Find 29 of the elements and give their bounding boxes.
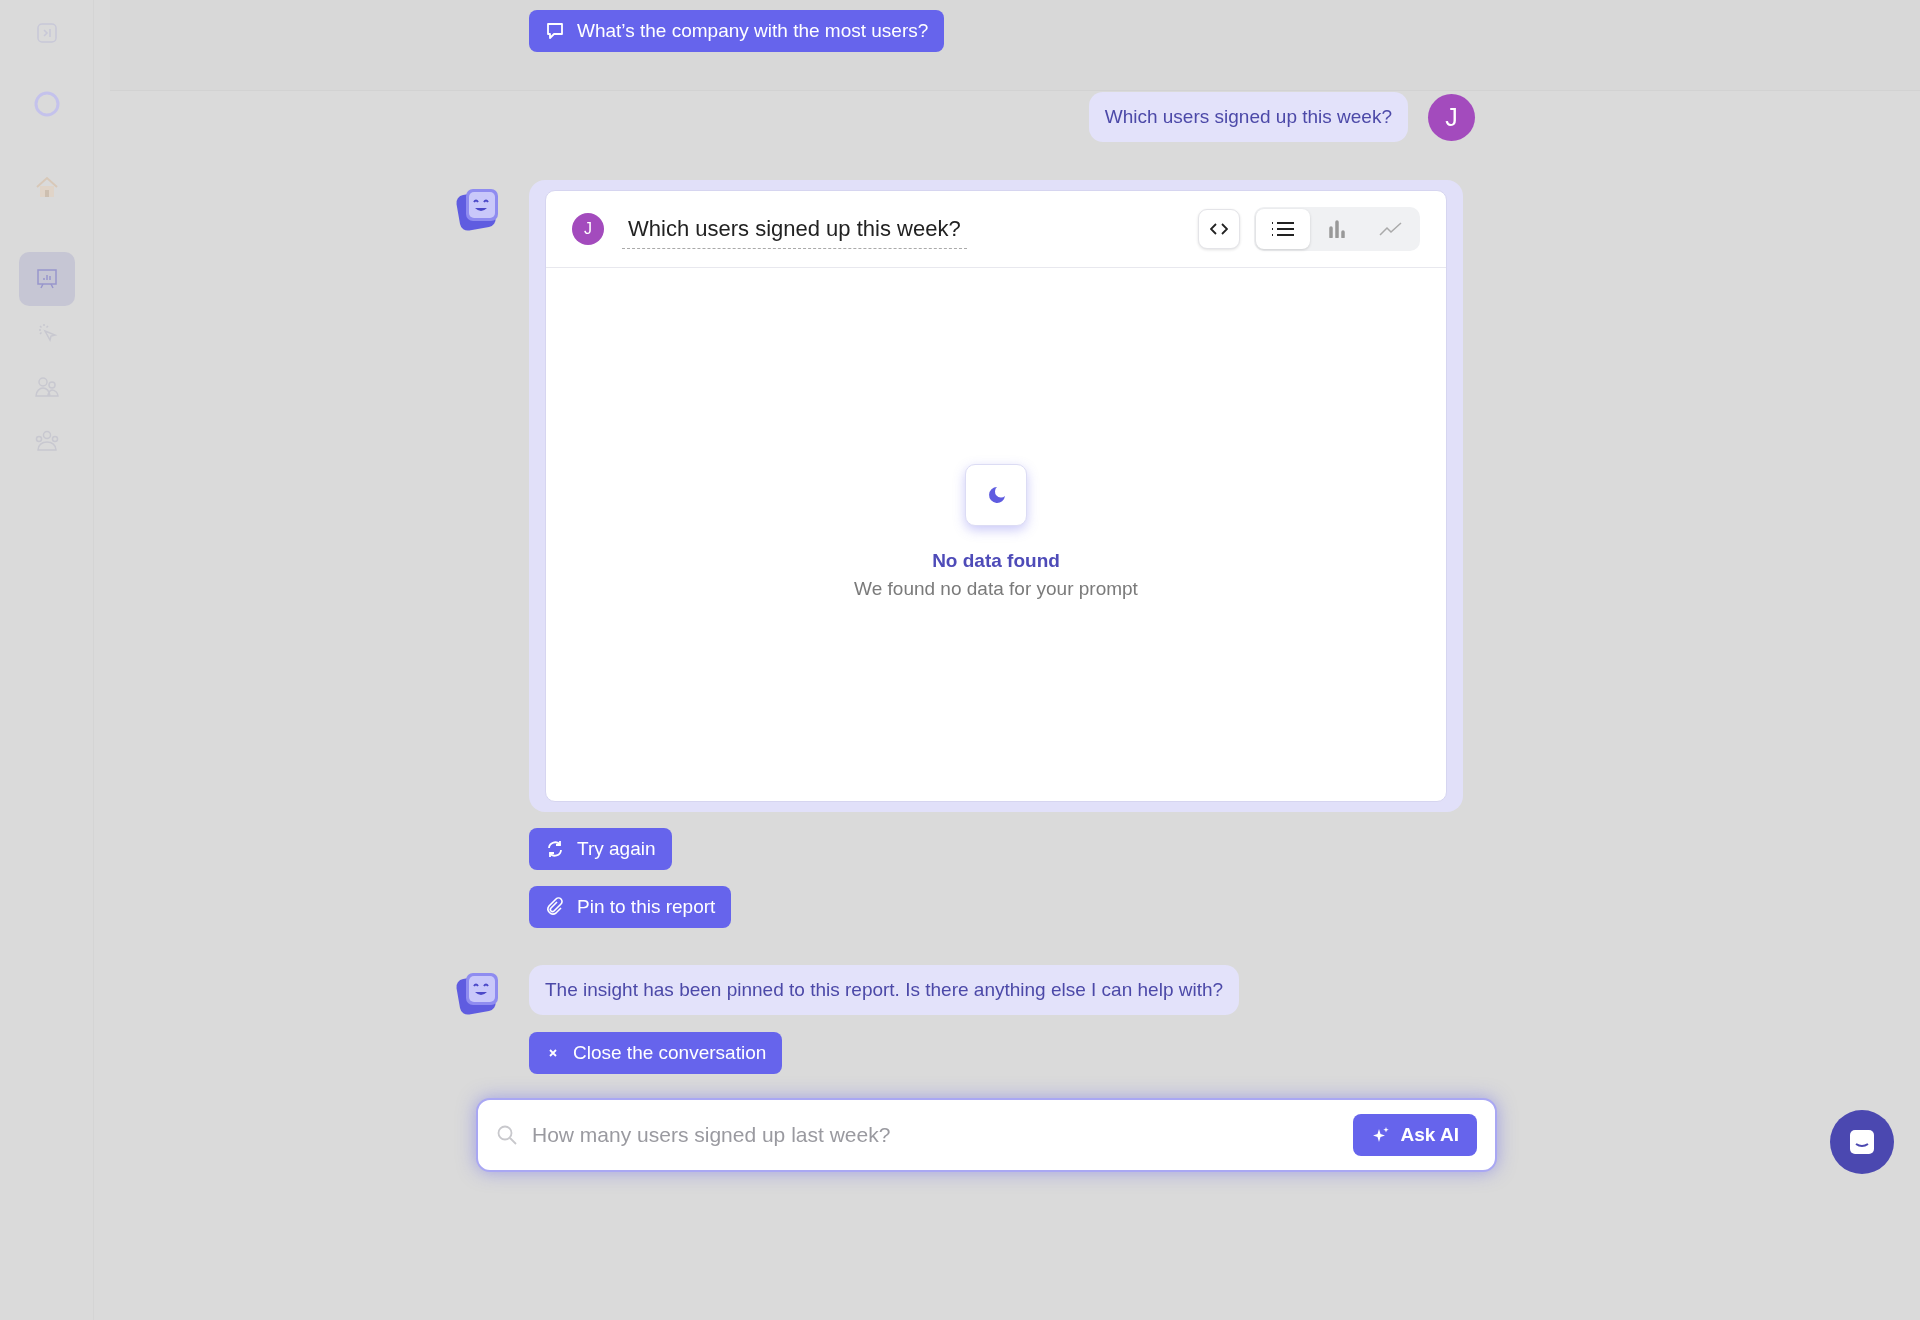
- ask-ai-button[interactable]: Ask AI: [1352, 1114, 1477, 1156]
- code-view-button[interactable]: [1198, 209, 1240, 249]
- user-message: Which users signed up this week?: [1088, 92, 1408, 142]
- bar-chart-icon: [1327, 220, 1347, 238]
- search-icon: [496, 1124, 518, 1146]
- pin-button[interactable]: Pin to this report: [529, 886, 732, 928]
- refresh-icon: [545, 839, 565, 859]
- assistant-message: The insight has been pinned to this report. Is there anything else I can help with?: [529, 965, 1240, 1015]
- ring-icon: [32, 90, 61, 118]
- smiling-cube-icon: [455, 970, 501, 1016]
- presentation-chart-icon: [34, 267, 59, 291]
- empty-state-title: No data found: [932, 550, 1060, 572]
- message-icon: [1847, 1127, 1877, 1157]
- user-avatar: J: [572, 213, 604, 245]
- paperclip-icon: [545, 897, 565, 917]
- retry-button[interactable]: Try again: [529, 828, 672, 870]
- ask-input-bar[interactable]: How many users signed up last week? Ask AI: [476, 1098, 1497, 1172]
- line-chart-icon: [1379, 221, 1403, 237]
- suggestion-button[interactable]: What’s the company with the most users?: [529, 10, 945, 52]
- chat-bubble-icon: [545, 21, 565, 41]
- code-icon: [1210, 222, 1228, 236]
- sidebar-item[interactable]: [18, 252, 75, 306]
- empty-state-text: We found no data for your prompt: [854, 578, 1138, 600]
- user-avatar: J: [1428, 93, 1475, 141]
- close-conversation-button[interactable]: Close the conversation: [529, 1032, 783, 1074]
- list-icon: [1271, 221, 1295, 237]
- question-title[interactable]: Which users signed up this week?: [622, 215, 967, 249]
- smiling-cube-icon: [455, 186, 501, 232]
- view-tab[interactable]: [1256, 209, 1310, 249]
